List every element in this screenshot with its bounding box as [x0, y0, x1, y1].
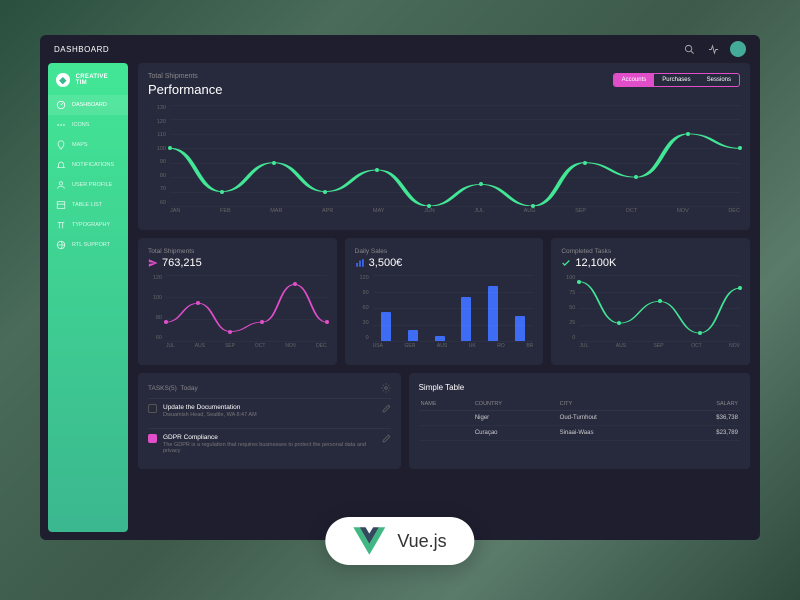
sidebar-item-user-profile[interactable]: USER PROFILE	[48, 175, 128, 195]
task-row: Update the DocumentationDwuamish Head, S…	[148, 398, 391, 423]
table-title: Simple Table	[419, 383, 740, 392]
task-checkbox[interactable]	[148, 434, 157, 443]
edit-icon[interactable]	[382, 404, 391, 413]
nav-label: NOTIFICATIONS	[72, 162, 114, 168]
task-subtitle: Dwuamish Head, Seattle, WA 8:47 AM	[163, 412, 376, 418]
table-header: NAME	[419, 398, 473, 411]
stat-value: 3,500€	[369, 257, 403, 269]
tasks-count: TASKS(5)	[148, 385, 177, 392]
hero-title: Performance	[148, 82, 222, 97]
table-row: CuraçaoSinaai-Waas$23,789	[419, 426, 740, 441]
icons-icon	[56, 120, 66, 130]
task-subtitle: The GDPR is a regulation that requires b…	[163, 442, 376, 454]
badge-text: Vue.js	[397, 531, 446, 552]
table-header: CITY	[558, 398, 670, 411]
paper-plane-icon	[148, 258, 158, 268]
pill-sessions[interactable]: Sessions	[699, 74, 739, 86]
simple-table: NAMECOUNTRYCITYSALARY NigerOud-Turnhout$…	[419, 398, 740, 441]
pill-purchases[interactable]: Purchases	[654, 74, 698, 86]
vuejs-icon	[353, 527, 385, 555]
nav-label: TABLE LIST	[72, 202, 102, 208]
task-title: GDPR Compliance	[163, 434, 376, 441]
dashboard-icon	[56, 100, 66, 110]
table-header: COUNTRY	[473, 398, 558, 411]
table-icon	[56, 200, 66, 210]
sidebar-item-dashboard[interactable]: DASHBOARD	[48, 95, 128, 115]
task-checkbox[interactable]	[148, 404, 157, 413]
stat-value: 763,215	[162, 257, 202, 269]
avatar[interactable]	[730, 41, 746, 57]
table-row: NigerOud-Turnhout$36,738	[419, 411, 740, 426]
table-cell	[419, 411, 473, 426]
tasks-today: Today	[180, 385, 197, 392]
sidebar-item-typography[interactable]: TYPOGRAPHY	[48, 215, 128, 235]
table-cell: $23,789	[670, 426, 740, 441]
user-icon	[56, 180, 66, 190]
sidebar-item-rtl-support[interactable]: RTL SUPPORT	[48, 235, 128, 255]
table-cell: Oud-Turnhout	[558, 411, 670, 426]
activity-icon[interactable]	[706, 42, 720, 56]
nav-label: ICONS	[72, 122, 89, 128]
table-cell: Niger	[473, 411, 558, 426]
shipments-chart: 1201008060JULAUSSEPOCTNOVDEC	[148, 275, 327, 355]
nav-label: RTL SUPPORT	[72, 242, 110, 248]
sales-icon	[355, 258, 365, 268]
brand-icon: ◆	[56, 73, 70, 87]
stat-value: 12,100K	[575, 257, 616, 269]
typo-icon	[56, 220, 66, 230]
nav-label: TYPOGRAPHY	[72, 222, 110, 228]
task-title: Update the Documentation	[163, 404, 376, 411]
task-row: GDPR ComplianceThe GDPR is a regulation …	[148, 428, 391, 459]
sidebar-item-icons[interactable]: ICONS	[48, 115, 128, 135]
shipments-card: Total Shipments 763,215 1201008060JULAUS…	[138, 238, 337, 365]
bell-icon	[56, 160, 66, 170]
dashboard-window: DASHBOARD ◆ CREATIVE TIM DASHBOARD ICONS M…	[40, 35, 760, 540]
nav-label: MAPS	[72, 142, 88, 148]
vuejs-badge: Vue.js	[325, 517, 474, 565]
table-cell: $36,738	[670, 411, 740, 426]
hero-subtitle: Total Shipments	[148, 73, 222, 80]
gear-icon[interactable]	[381, 383, 391, 393]
brand[interactable]: ◆ CREATIVE TIM	[48, 73, 128, 95]
performance-chart: 13012011010090807060JANFEBMARAPRMAYJUNJU…	[148, 105, 740, 220]
check-icon	[561, 258, 571, 268]
table-cell	[419, 426, 473, 441]
rtl-icon	[56, 240, 66, 250]
tasks-panel: TASKS(5) Today Update the DocumentationD…	[138, 373, 401, 469]
tasks-card: Completed Tasks 12,100K 1007550250JULAUS…	[551, 238, 750, 365]
table-panel: Simple Table NAMECOUNTRYCITYSALARY Niger…	[409, 373, 750, 469]
pill-accounts[interactable]: Accounts	[614, 74, 655, 86]
search-icon[interactable]	[682, 42, 696, 56]
stat-label: Daily Sales	[355, 248, 534, 255]
sidebar-item-maps[interactable]: MAPS	[48, 135, 128, 155]
sidebar: ◆ CREATIVE TIM DASHBOARD ICONS MAPS NOTIFIC…	[48, 63, 128, 532]
edit-icon[interactable]	[382, 434, 391, 443]
brand-text: CREATIVE TIM	[76, 74, 120, 86]
sales-card: Daily Sales 3,500€ 1209060300USAGERAUSUK…	[345, 238, 544, 365]
page-title: DASHBOARD	[54, 45, 109, 54]
stat-label: Completed Tasks	[561, 248, 740, 255]
performance-card: Total Shipments Performance AccountsPurc…	[138, 63, 750, 230]
nav-label: DASHBOARD	[72, 102, 107, 108]
table-cell: Curaçao	[473, 426, 558, 441]
chart-tabs: AccountsPurchasesSessions	[613, 73, 740, 87]
topbar: DASHBOARD	[40, 35, 760, 63]
nav-label: USER PROFILE	[72, 182, 112, 188]
stat-label: Total Shipments	[148, 248, 327, 255]
sales-chart: 1209060300USAGERAUSUKROBR	[355, 275, 534, 355]
table-cell: Sinaai-Waas	[558, 426, 670, 441]
sidebar-item-notifications[interactable]: NOTIFICATIONS	[48, 155, 128, 175]
maps-icon	[56, 140, 66, 150]
completed-chart: 1007550250JULAUSSEPOCTNOV	[561, 275, 740, 355]
table-header: SALARY	[670, 398, 740, 411]
sidebar-item-table-list[interactable]: TABLE LIST	[48, 195, 128, 215]
